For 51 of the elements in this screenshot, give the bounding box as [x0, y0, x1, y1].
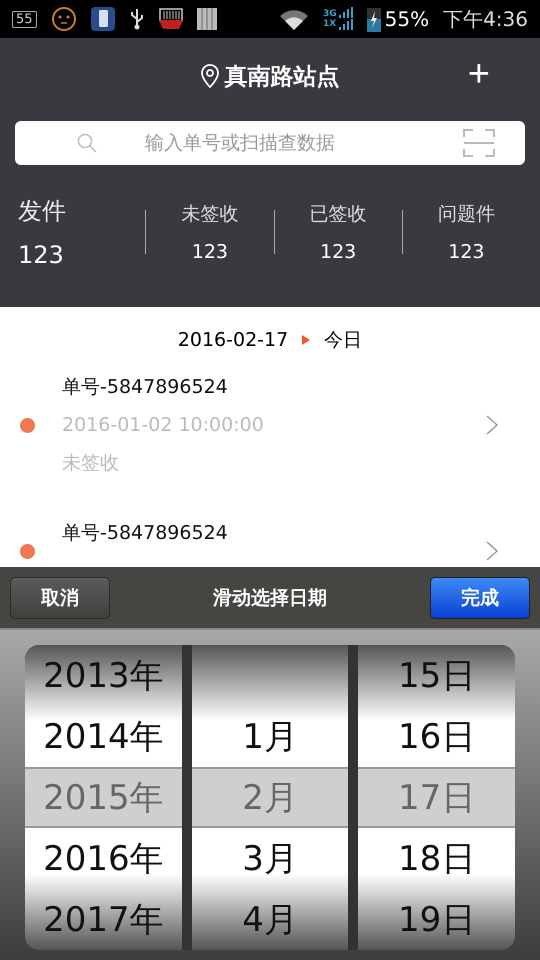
day-label: 今日 [324, 328, 362, 352]
wheel-option[interactable]: 3月 [242, 836, 298, 882]
wheel-option[interactable]: 2013年 [43, 652, 164, 698]
face-icon [50, 6, 77, 32]
order-status: 未签收 [62, 451, 120, 476]
wifi-icon [278, 8, 309, 30]
station-title: 真南路站点 [224, 62, 340, 92]
search-icon [77, 133, 97, 153]
bars-icon [196, 8, 217, 30]
stat-tab[interactable]: 未签收 123 [146, 201, 274, 263]
wheel-option[interactable]: 4月 [242, 896, 298, 942]
wheel-option[interactable]: 2016年 [43, 836, 164, 882]
location-pin-icon [200, 64, 218, 88]
network-label: 3G [322, 9, 337, 19]
order-number: 单号-5847896524 [62, 375, 229, 400]
date-text: 2016-02-17 [178, 328, 288, 350]
wheel-option[interactable]: 2017年 [43, 896, 164, 942]
order-number: 单号-5847896524 [62, 521, 229, 546]
wheel-option[interactable]: 15日 [398, 652, 476, 698]
search-field[interactable]: 输入单号或扫描查数据 [15, 121, 525, 165]
wheel-option[interactable]: 16日 [398, 714, 476, 760]
network-label: 1X [322, 19, 337, 29]
order-row[interactable]: 单号-5847896524 2016-01-02 10:00:00 未签收 [0, 352, 540, 498]
picker-title: 滑动选择日期 [213, 586, 327, 610]
order-time: 2016-01-02 10:00:00 [62, 414, 265, 436]
battery-icon [366, 6, 381, 32]
wheel-column[interactable]: 2013年 2014年 2015年 2016年 2017年 [25, 645, 182, 950]
wheel-option[interactable]: 1月 [242, 714, 298, 760]
cancel-button[interactable]: 取消 [10, 576, 110, 618]
battery-percent: 55% [384, 7, 430, 31]
wheel-option[interactable]: 18日 [398, 836, 476, 882]
wheel-column[interactable]: 15日 16日 17日 18日 19日 [358, 645, 515, 950]
clock: 下午4:36 [443, 6, 528, 32]
barcode-scanner-icon [158, 8, 183, 30]
phone-icon [90, 7, 115, 31]
wheel-column[interactable]: 1月 2月 3月 4月 [192, 645, 348, 950]
order-row[interactable]: 单号-5847896524 [0, 498, 540, 567]
add-button[interactable]: + [468, 50, 490, 98]
notification-badge: 55 [12, 10, 37, 28]
signal-icon [338, 7, 353, 31]
scan-icon[interactable] [463, 129, 495, 157]
chevron-icon [486, 541, 498, 561]
wheel-option[interactable]: 2014年 [43, 714, 164, 760]
chevron-icon [486, 415, 498, 435]
stat-tab[interactable]: 已签收 123 [274, 201, 402, 263]
done-button[interactable]: 完成 [430, 576, 530, 618]
stat-tab[interactable]: 发件 123 [18, 195, 146, 269]
usb-icon [128, 7, 145, 31]
triangle-icon [302, 334, 310, 344]
stat-tab[interactable]: 问题件 123 [402, 201, 530, 263]
wheel-option[interactable]: 19日 [398, 896, 476, 942]
